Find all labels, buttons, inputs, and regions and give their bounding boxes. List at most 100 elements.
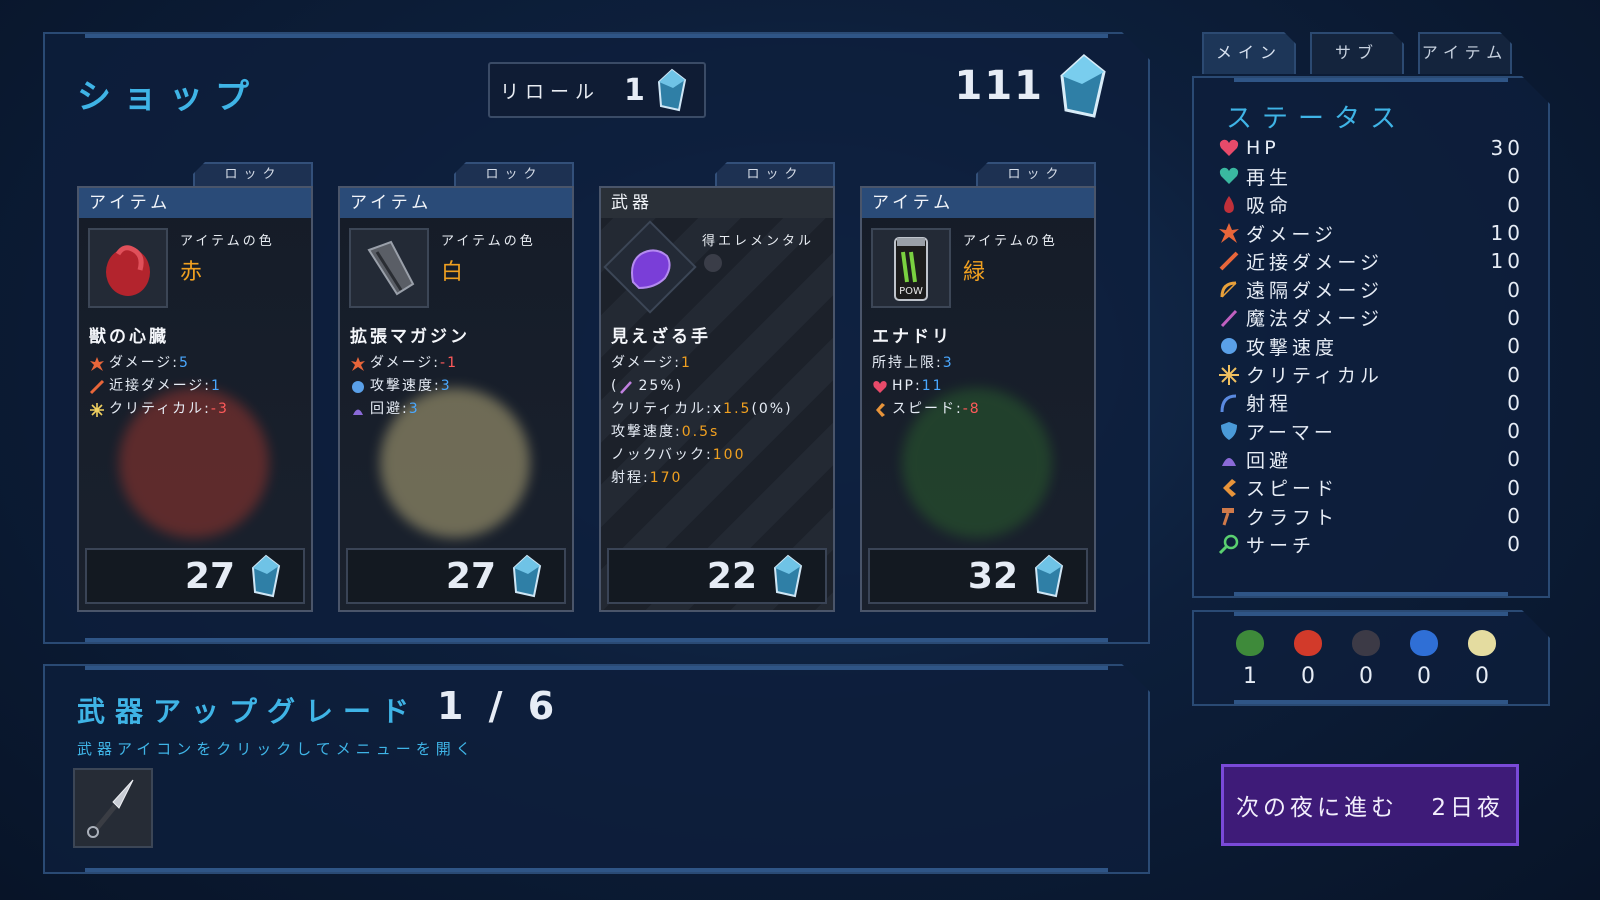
regen-heart-icon	[1218, 165, 1240, 187]
status-row-range: 射程 0	[1218, 389, 1524, 417]
status-row-search: サーチ 0	[1218, 530, 1524, 558]
magnifier-icon	[1218, 533, 1240, 555]
wand-icon	[618, 379, 634, 395]
card-type: アイテム	[862, 188, 1094, 218]
upgrade-title: 武器アップグレード	[77, 695, 420, 728]
stat-row: 近接ダメージ: 1	[89, 375, 229, 398]
item-icon	[88, 228, 168, 308]
orb-counter: 0	[1462, 630, 1502, 689]
shop-card[interactable]: ロック アイテム POW アイテムの色 緑 エナドリ 所持上限: 3 HP: 11	[860, 162, 1096, 612]
stat-row: HP: 11	[872, 375, 981, 398]
crystal-icon	[773, 554, 803, 598]
price-value: 27	[445, 555, 496, 597]
status-row-melee: 近接ダメージ 10	[1218, 247, 1524, 275]
color-label: アイテムの色	[180, 234, 275, 249]
crystal-icon	[1034, 554, 1064, 598]
card-type: アイテム	[340, 188, 572, 218]
orb-counter: 0	[1346, 630, 1386, 689]
crystal-icon	[251, 554, 281, 598]
shop-card[interactable]: ロック 武器 得エレメンタル 見えざる手 ダメージ: 1 ( 25%) クリティカ…	[599, 162, 835, 612]
hammer-icon	[1218, 505, 1240, 527]
color-label: アイテムの色	[963, 234, 1058, 249]
status-list: HP 30 再生 0 吸命 0 ダメージ 10 近接ダメージ 10 遠隔ダメージ 0 魔法ダ…	[1218, 134, 1524, 558]
stat-row: 所持上限: 3	[872, 355, 954, 371]
damage-burst-icon	[89, 356, 105, 372]
card-body: アイテム アイテムの色 白 拡張マガジン ダメージ: -1 攻撃速度: 3 回避…	[338, 186, 574, 612]
crystal-icon	[1058, 54, 1106, 118]
white-orb-icon	[1468, 630, 1496, 656]
element-orb-icon	[704, 254, 722, 272]
boot-icon	[1218, 477, 1240, 499]
wand-icon	[1218, 307, 1240, 329]
shop-panel: ショップ リロール 1 111 ロック アイテム アイテムの色 赤 獣の心臓 ダ…	[43, 32, 1150, 644]
weapon-slot[interactable]	[73, 768, 153, 848]
card-body: アイテム アイテムの色 赤 獣の心臓 ダメージ: 5 近接ダメージ: 1 クリテ…	[77, 186, 313, 612]
shop-card[interactable]: ロック アイテム アイテムの色 白 拡張マガジン ダメージ: -1 攻撃速度: …	[338, 162, 574, 612]
color-value: 緑	[963, 260, 986, 285]
status-row-damage: ダメージ 10	[1218, 219, 1524, 247]
reroll-button[interactable]: リロール 1	[488, 62, 706, 118]
stat-row: 攻撃速度: 0.5s	[611, 424, 720, 440]
blue-orb-icon	[1410, 630, 1438, 656]
buy-button[interactable]: 27	[346, 548, 566, 604]
tab-main[interactable]: メイン	[1202, 32, 1296, 74]
status-row-speed: スピード 0	[1218, 474, 1524, 502]
item-name: 獣の心臓	[89, 327, 169, 347]
lock-button[interactable]: ロック	[715, 162, 835, 188]
item-name: 拡張マガジン	[350, 327, 470, 347]
green-orb-icon	[1236, 630, 1264, 656]
status-row-dodge: 回避 0	[1218, 445, 1524, 473]
money-display: 111	[955, 54, 1107, 118]
reroll-label: リロール	[500, 80, 601, 103]
status-row-ranged: 遠隔ダメージ 0	[1218, 275, 1524, 303]
next-night-button[interactable]: 次の夜に進む 2日夜	[1221, 764, 1519, 846]
damage-burst-icon	[1218, 222, 1240, 244]
dark-orb-icon	[1352, 630, 1380, 656]
status-row-regen: 再生 0	[1218, 162, 1524, 190]
beast-heart-icon	[90, 230, 166, 306]
buy-button[interactable]: 32	[868, 548, 1088, 604]
bow-icon	[1218, 279, 1240, 301]
fist-icon	[1218, 335, 1240, 357]
red-orb-icon	[1294, 630, 1322, 656]
price-value: 27	[184, 555, 235, 597]
sword-icon	[89, 379, 105, 395]
tab-item[interactable]: アイテム	[1418, 32, 1512, 74]
money-value: 111	[954, 63, 1044, 109]
shop-card[interactable]: ロック アイテム アイテムの色 赤 獣の心臓 ダメージ: 5 近接ダメージ: 1…	[77, 162, 313, 612]
buy-button[interactable]: 22	[607, 548, 827, 604]
stat-row: クリティカル:x 1.5 (0%)	[611, 401, 793, 417]
color-value: 赤	[180, 260, 203, 285]
status-row-armor: アーマー 0	[1218, 417, 1524, 445]
stat-row: 回避: 3	[350, 398, 458, 421]
orb-counter: 0	[1288, 630, 1328, 689]
stat-row: ダメージ: 5	[89, 352, 229, 375]
upgrade-count: 1 / 6	[437, 684, 561, 728]
status-row-craft: クラフト 0	[1218, 502, 1524, 530]
element-label: 得エレメンタル	[702, 234, 815, 249]
element-orbs-panel: 1 0 0 0 0	[1192, 610, 1550, 706]
item-name: 見えざる手	[611, 327, 711, 347]
invisible-hand-icon	[615, 232, 685, 302]
buy-button[interactable]: 27	[85, 548, 305, 604]
next-night-label: 次の夜に進む	[1236, 795, 1398, 821]
sword-icon	[1218, 250, 1240, 272]
item-name: エナドリ	[872, 327, 952, 347]
stat-row: ( 25%)	[611, 378, 684, 395]
stat-row: クリティカル: -3	[89, 398, 229, 421]
lock-button[interactable]: ロック	[976, 162, 1096, 188]
item-icon: POW	[871, 228, 951, 308]
weapon-upgrade-panel: 武器アップグレード 1 / 6 武器アイコンをクリックしてメニューを開く	[43, 664, 1150, 874]
lock-button[interactable]: ロック	[454, 162, 574, 188]
card-body: 武器 得エレメンタル 見えざる手 ダメージ: 1 ( 25%) クリティカル:x 1…	[599, 186, 835, 612]
card-type: 武器	[601, 188, 833, 218]
lock-button[interactable]: ロック	[193, 162, 313, 188]
price-value: 22	[706, 555, 757, 597]
color-label: アイテムの色	[441, 234, 536, 249]
energy-drink-icon: POW	[873, 230, 949, 306]
kunai-icon	[75, 770, 151, 846]
night-day-label: 2日夜	[1431, 795, 1504, 821]
tab-sub[interactable]: サブ	[1310, 32, 1404, 74]
stat-row: ダメージ: -1	[350, 352, 458, 375]
fist-icon	[350, 379, 366, 395]
